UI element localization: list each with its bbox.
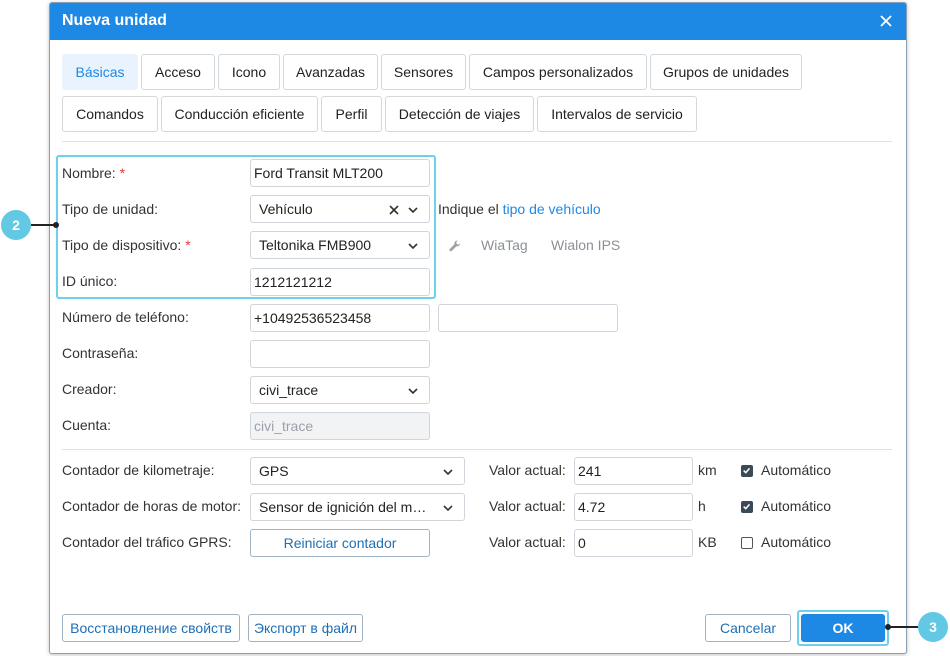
chevron-down-icon[interactable] — [407, 240, 419, 252]
chevron-down-icon[interactable] — [407, 204, 419, 216]
engine-hours-auto-checkbox[interactable] — [741, 501, 753, 513]
export-to-file-button[interactable]: Экспорт в файл — [248, 614, 363, 642]
wrench-icon[interactable] — [448, 239, 462, 253]
account-input: civi_trace — [250, 412, 430, 440]
restore-properties-button[interactable]: Восстановление свойств — [62, 614, 240, 642]
dialog-title: Nueva unidad — [62, 12, 167, 29]
tab-sensores[interactable]: Sensores — [381, 54, 466, 90]
mileage-auto-checkbox[interactable] — [741, 465, 753, 477]
vehicle-type-hint: Indique el tipo de vehículo — [438, 201, 601, 217]
creator-select[interactable]: civi_trace — [250, 376, 430, 404]
callout-3-leader — [888, 626, 918, 628]
close-icon[interactable] — [876, 11, 896, 31]
engine-hours-current-input[interactable]: 4.72 — [574, 493, 693, 521]
tab-campos-personalizados[interactable]: Campos personalizados — [469, 54, 647, 90]
mileage-counter-label: Contador de kilometraje: — [62, 462, 215, 478]
engine-hours-select[interactable]: Sensor de ignición del motor — [250, 493, 465, 521]
phone-label: Número de teléfono: — [62, 309, 189, 325]
callout-3: 3 — [918, 612, 948, 642]
password-input[interactable] — [250, 340, 430, 368]
check-icon — [743, 467, 751, 474]
mileage-counter-select[interactable]: GPS — [250, 457, 465, 485]
vehicle-type-link[interactable]: tipo de vehículo — [503, 201, 601, 217]
new-unit-dialog: Nueva unidad Básicas Acceso Icono Avanza… — [49, 2, 907, 654]
device-type-select[interactable]: Teltonika FMB900 — [250, 231, 430, 259]
name-input[interactable]: Ford Transit MLT200 — [250, 159, 430, 187]
dialog-titlebar: Nueva unidad — [50, 3, 906, 40]
wiatag-option[interactable]: WiaTag — [481, 237, 528, 253]
cancel-button[interactable]: Cancelar — [705, 614, 791, 642]
tab-acceso[interactable]: Acceso — [141, 54, 215, 90]
wialon-ips-option[interactable]: Wialon IPS — [551, 237, 620, 253]
tab-intervalos-de-servicio[interactable]: Intervalos de servicio — [537, 96, 697, 132]
mileage-auto-label: Automático — [761, 462, 832, 478]
creator-label: Creador: — [62, 381, 117, 397]
reset-counter-button[interactable]: Reiniciar contador — [250, 529, 430, 557]
callout-2: 2 — [1, 210, 31, 240]
unit-type-select[interactable]: Vehículo — [250, 195, 430, 223]
separator — [62, 141, 892, 142]
device-type-label: Tipo de dispositivo: * — [62, 237, 191, 253]
engine-hours-label: Contador de horas de motor: — [62, 498, 241, 514]
tab-comandos[interactable]: Comandos — [62, 96, 158, 132]
clear-icon[interactable] — [388, 204, 400, 216]
tab-basicas[interactable]: Básicas — [62, 54, 138, 90]
gprs-current-input[interactable]: 0 — [574, 529, 693, 557]
account-label: Cuenta: — [62, 417, 112, 433]
engine-hours-current-label: Valor actual: — [489, 498, 566, 514]
chevron-down-icon[interactable] — [442, 466, 454, 478]
mileage-current-label: Valor actual: — [489, 462, 566, 478]
gprs-auto-label: Automático — [761, 534, 832, 550]
ok-button[interactable]: OK — [801, 614, 885, 642]
tab-perfil[interactable]: Perfil — [321, 96, 382, 132]
tab-avanzadas[interactable]: Avanzadas — [283, 54, 378, 90]
tab-conduccion-eficiente[interactable]: Conducción eficiente — [161, 96, 318, 132]
password-label: Contraseña: — [62, 345, 139, 361]
tab-deteccion-de-viajes[interactable]: Detección de viajes — [385, 96, 534, 132]
phone-input-2[interactable] — [438, 304, 618, 332]
engine-hours-unit: h — [698, 498, 706, 514]
callout-3-dot — [885, 624, 891, 630]
engine-hours-auto-label: Automático — [761, 498, 832, 514]
callout-2-leader — [31, 224, 55, 226]
tab-icono[interactable]: Icono — [218, 54, 280, 90]
separator — [62, 449, 892, 450]
name-label: Nombre: * — [62, 165, 126, 181]
mileage-unit: km — [698, 462, 717, 478]
chevron-down-icon[interactable] — [442, 502, 454, 514]
gprs-current-label: Valor actual: — [489, 534, 566, 550]
unique-id-label: ID único: — [62, 273, 118, 289]
phone-input[interactable]: +10492536523458 — [250, 304, 430, 332]
mileage-current-input[interactable]: 241 — [574, 457, 693, 485]
tab-grupos-de-unidades[interactable]: Grupos de unidades — [650, 54, 802, 90]
gprs-auto-checkbox[interactable] — [741, 537, 753, 549]
gprs-unit: KB — [698, 534, 717, 550]
unit-type-label: Tipo de unidad: — [62, 201, 158, 217]
callout-2-dot — [53, 222, 59, 228]
chevron-down-icon[interactable] — [407, 385, 419, 397]
unique-id-input[interactable]: 1212121212 — [250, 268, 430, 296]
check-icon — [743, 503, 751, 510]
gprs-counter-label: Contador del tráfico GPRS: — [62, 534, 232, 550]
